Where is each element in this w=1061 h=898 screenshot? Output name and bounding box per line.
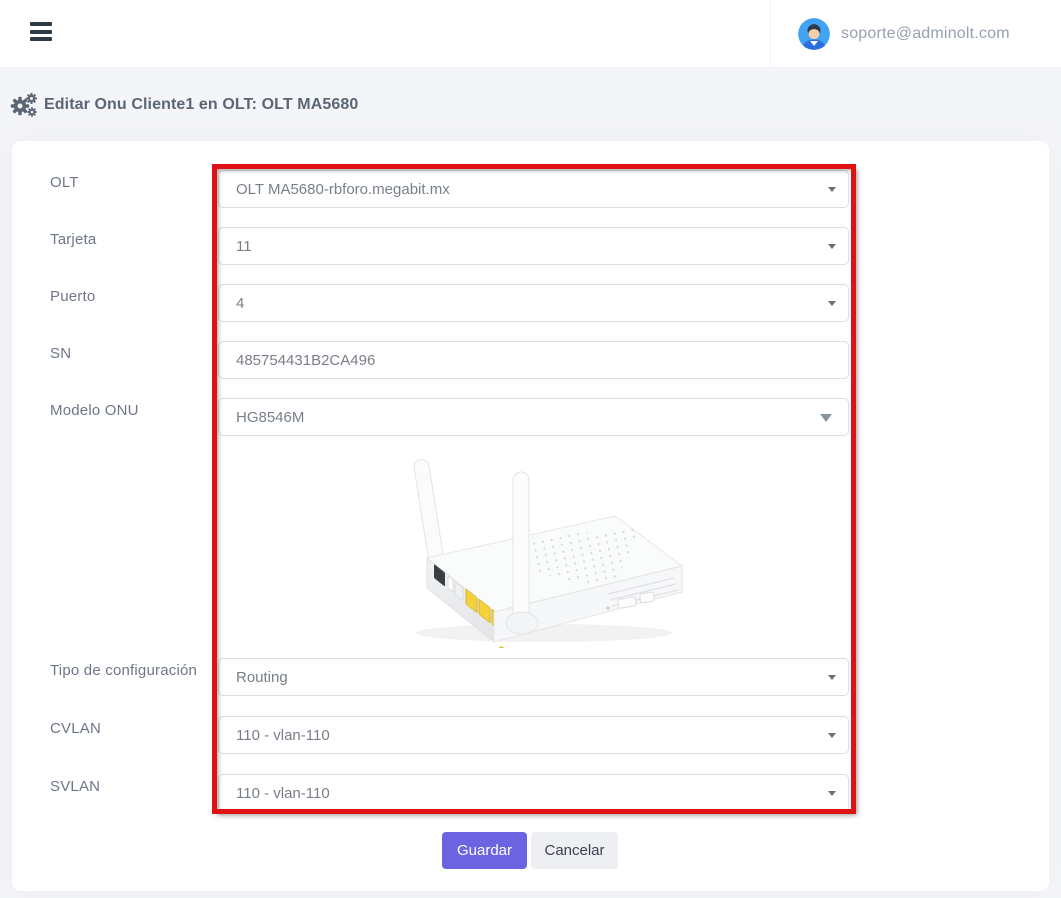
tarjeta-select[interactable]: 11 bbox=[218, 227, 849, 265]
save-button[interactable]: Guardar bbox=[442, 832, 527, 869]
sn-input-value: 485754431B2CA496 bbox=[236, 352, 375, 369]
cancel-button[interactable]: Cancelar bbox=[531, 832, 618, 869]
svlan-label: SVLAN bbox=[50, 778, 100, 795]
olt-select-value: OLT MA5680-rbforo.megabit.mx bbox=[236, 181, 450, 198]
page: soporte@adminolt.com bbox=[0, 0, 1061, 898]
chevron-down-icon bbox=[828, 301, 836, 306]
chevron-down-icon bbox=[828, 733, 836, 738]
cvlan-label: CVLAN bbox=[50, 720, 101, 737]
tarjeta-label: Tarjeta bbox=[50, 231, 96, 248]
onu-product-image bbox=[372, 440, 694, 648]
olt-label: OLT bbox=[50, 174, 79, 191]
chevron-down-icon bbox=[828, 244, 836, 249]
puerto-label: Puerto bbox=[50, 288, 95, 305]
cvlan-select[interactable]: 110 - vlan-110 bbox=[218, 716, 849, 754]
sn-input[interactable]: 485754431B2CA496 bbox=[218, 341, 849, 379]
sn-label: SN bbox=[50, 345, 71, 362]
svlan-select-value: 110 - vlan-110 bbox=[236, 785, 330, 802]
chevron-down-icon bbox=[828, 187, 836, 192]
user-menu[interactable]: soporte@adminolt.com bbox=[770, 0, 1061, 67]
tipo-configuracion-select[interactable]: Routing bbox=[218, 658, 849, 696]
tipo-configuracion-label: Tipo de configuración bbox=[50, 662, 197, 679]
chevron-down-icon bbox=[828, 791, 836, 796]
svlan-select[interactable]: 110 - vlan-110 bbox=[218, 774, 849, 812]
olt-select[interactable]: OLT MA5680-rbforo.megabit.mx bbox=[218, 170, 849, 208]
tarjeta-select-value: 11 bbox=[236, 238, 252, 255]
cogs-icon bbox=[10, 93, 37, 117]
page-title: Editar Onu Cliente1 en OLT: OLT MA5680 bbox=[44, 96, 358, 114]
puerto-select-value: 4 bbox=[236, 295, 244, 312]
hamburger-menu-icon[interactable] bbox=[30, 22, 52, 41]
chevron-down-icon bbox=[820, 414, 832, 422]
chevron-down-icon bbox=[828, 675, 836, 680]
cvlan-select-value: 110 - vlan-110 bbox=[236, 727, 330, 744]
modelo-onu-select[interactable]: HG8546M bbox=[218, 398, 849, 436]
modelo-onu-label: Modelo ONU bbox=[50, 402, 139, 419]
top-bar: soporte@adminolt.com bbox=[0, 0, 1061, 68]
puerto-select[interactable]: 4 bbox=[218, 284, 849, 322]
tipo-configuracion-select-value: Routing bbox=[236, 669, 288, 686]
user-email: soporte@adminolt.com bbox=[841, 25, 1010, 43]
user-avatar bbox=[798, 18, 830, 50]
modelo-onu-select-value: HG8546M bbox=[236, 409, 304, 426]
page-title-row: Editar Onu Cliente1 en OLT: OLT MA5680 bbox=[10, 93, 358, 117]
